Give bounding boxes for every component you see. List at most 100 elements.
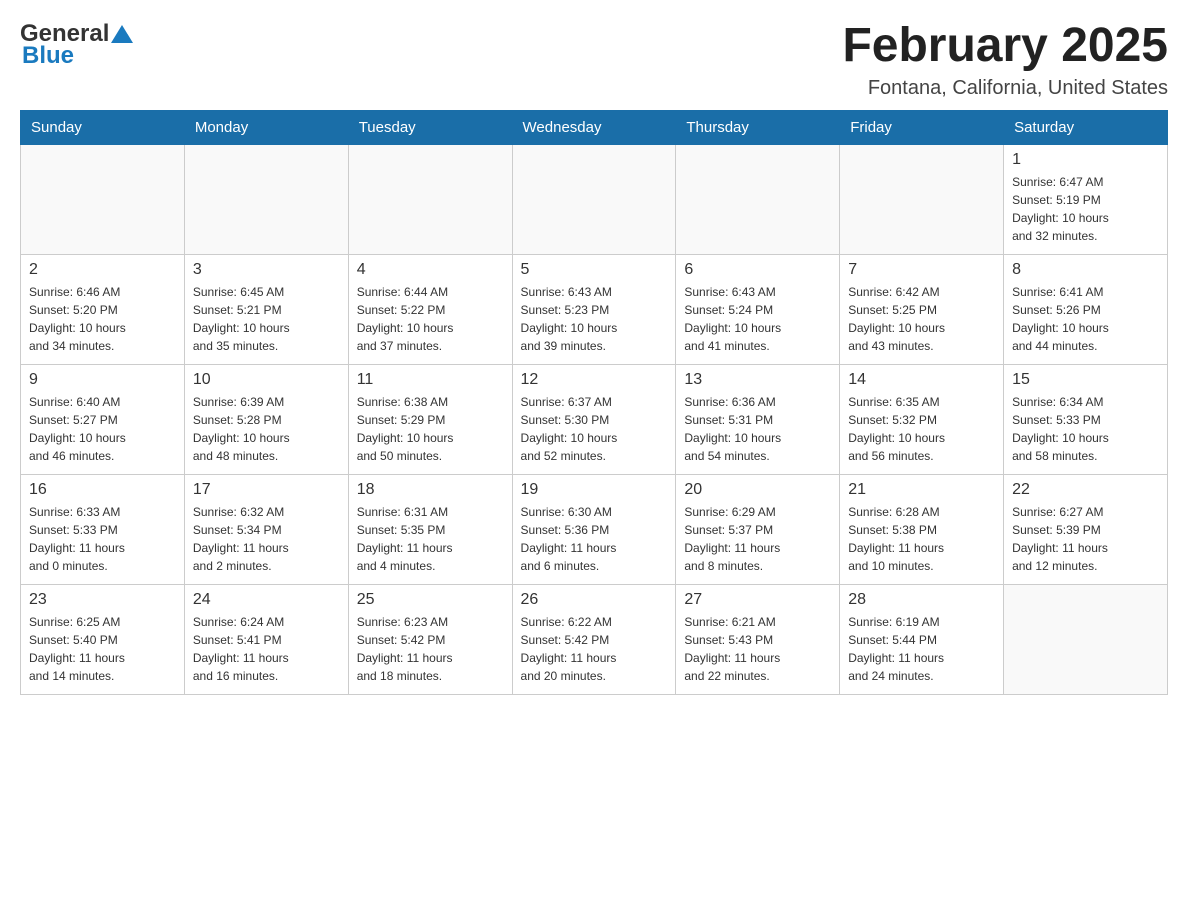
day-number: 13 (684, 371, 831, 389)
day-number: 28 (848, 591, 995, 609)
day-number: 4 (357, 261, 504, 279)
calendar-cell: 3 Sunrise: 6:45 AM Sunset: 5:21 PM Daylig… (184, 254, 348, 364)
calendar-cell (348, 144, 512, 254)
day-info: Sunrise: 6:43 AM Sunset: 5:23 PM Dayligh… (521, 283, 668, 355)
day-info: Sunrise: 6:19 AM Sunset: 5:44 PM Dayligh… (848, 613, 995, 685)
day-info: Sunrise: 6:39 AM Sunset: 5:28 PM Dayligh… (193, 393, 340, 465)
logo-icon (111, 23, 133, 45)
day-number: 8 (1012, 261, 1159, 279)
calendar-cell: 8 Sunrise: 6:41 AM Sunset: 5:26 PM Daylig… (1004, 254, 1168, 364)
day-info: Sunrise: 6:32 AM Sunset: 5:34 PM Dayligh… (193, 503, 340, 575)
day-number: 19 (521, 481, 668, 499)
day-number: 14 (848, 371, 995, 389)
title-block: February 2025 Fontana, California, Unite… (842, 20, 1168, 100)
day-number: 17 (193, 481, 340, 499)
calendar-cell: 13 Sunrise: 6:36 AM Sunset: 5:31 PM Dayli… (676, 364, 840, 474)
calendar-cell: 24 Sunrise: 6:24 AM Sunset: 5:41 PM Dayli… (184, 584, 348, 694)
day-number: 12 (521, 371, 668, 389)
calendar-cell: 21 Sunrise: 6:28 AM Sunset: 5:38 PM Dayli… (840, 474, 1004, 584)
day-number: 2 (29, 261, 176, 279)
day-info: Sunrise: 6:24 AM Sunset: 5:41 PM Dayligh… (193, 613, 340, 685)
day-number: 20 (684, 481, 831, 499)
day-info: Sunrise: 6:23 AM Sunset: 5:42 PM Dayligh… (357, 613, 504, 685)
day-number: 21 (848, 481, 995, 499)
calendar-week-row: 2 Sunrise: 6:46 AM Sunset: 5:20 PM Daylig… (21, 254, 1168, 364)
calendar-cell: 23 Sunrise: 6:25 AM Sunset: 5:40 PM Dayli… (21, 584, 185, 694)
day-info: Sunrise: 6:47 AM Sunset: 5:19 PM Dayligh… (1012, 173, 1159, 245)
calendar-cell: 22 Sunrise: 6:27 AM Sunset: 5:39 PM Dayli… (1004, 474, 1168, 584)
day-number: 22 (1012, 481, 1159, 499)
day-info: Sunrise: 6:36 AM Sunset: 5:31 PM Dayligh… (684, 393, 831, 465)
calendar-cell: 7 Sunrise: 6:42 AM Sunset: 5:25 PM Daylig… (840, 254, 1004, 364)
calendar-cell: 14Sunrise: 6:35 AM Sunset: 5:32 PM Dayli… (840, 364, 1004, 474)
day-number: 16 (29, 481, 176, 499)
calendar-table: SundayMondayTuesdayWednesdayThursdayFrid… (20, 110, 1168, 695)
weekday-header-sunday: Sunday (21, 110, 185, 144)
calendar-cell: 10 Sunrise: 6:39 AM Sunset: 5:28 PM Dayli… (184, 364, 348, 474)
calendar-week-row: 16 Sunrise: 6:33 AM Sunset: 5:33 PM Dayli… (21, 474, 1168, 584)
calendar-cell: 25 Sunrise: 6:23 AM Sunset: 5:42 PM Dayli… (348, 584, 512, 694)
calendar-cell: 28 Sunrise: 6:19 AM Sunset: 5:44 PM Dayli… (840, 584, 1004, 694)
logo: General Blue (20, 20, 135, 70)
day-info: Sunrise: 6:34 AM Sunset: 5:33 PM Dayligh… (1012, 393, 1159, 465)
day-number: 23 (29, 591, 176, 609)
calendar-title: February 2025 (842, 20, 1168, 73)
day-info: Sunrise: 6:28 AM Sunset: 5:38 PM Dayligh… (848, 503, 995, 575)
day-info: Sunrise: 6:25 AM Sunset: 5:40 PM Dayligh… (29, 613, 176, 685)
calendar-week-row: 9Sunrise: 6:40 AM Sunset: 5:27 PM Daylig… (21, 364, 1168, 474)
weekday-header-tuesday: Tuesday (348, 110, 512, 144)
calendar-cell: 20 Sunrise: 6:29 AM Sunset: 5:37 PM Dayli… (676, 474, 840, 584)
calendar-cell: 18 Sunrise: 6:31 AM Sunset: 5:35 PM Dayli… (348, 474, 512, 584)
day-info: Sunrise: 6:38 AM Sunset: 5:29 PM Dayligh… (357, 393, 504, 465)
day-number: 3 (193, 261, 340, 279)
calendar-cell: 15 Sunrise: 6:34 AM Sunset: 5:33 PM Dayli… (1004, 364, 1168, 474)
weekday-header-thursday: Thursday (676, 110, 840, 144)
day-info: Sunrise: 6:45 AM Sunset: 5:21 PM Dayligh… (193, 283, 340, 355)
day-info: Sunrise: 6:29 AM Sunset: 5:37 PM Dayligh… (684, 503, 831, 575)
calendar-cell: 2 Sunrise: 6:46 AM Sunset: 5:20 PM Daylig… (21, 254, 185, 364)
day-info: Sunrise: 6:31 AM Sunset: 5:35 PM Dayligh… (357, 503, 504, 575)
calendar-header-row: SundayMondayTuesdayWednesdayThursdayFrid… (21, 110, 1168, 144)
calendar-cell: 27Sunrise: 6:21 AM Sunset: 5:43 PM Dayli… (676, 584, 840, 694)
day-number: 25 (357, 591, 504, 609)
calendar-cell (184, 144, 348, 254)
day-number: 5 (521, 261, 668, 279)
day-info: Sunrise: 6:42 AM Sunset: 5:25 PM Dayligh… (848, 283, 995, 355)
calendar-week-row: 23 Sunrise: 6:25 AM Sunset: 5:40 PM Dayli… (21, 584, 1168, 694)
day-number: 6 (684, 261, 831, 279)
logo-blue-text: Blue (22, 42, 74, 70)
calendar-cell (1004, 584, 1168, 694)
day-info: Sunrise: 6:43 AM Sunset: 5:24 PM Dayligh… (684, 283, 831, 355)
day-info: Sunrise: 6:41 AM Sunset: 5:26 PM Dayligh… (1012, 283, 1159, 355)
calendar-cell: 5 Sunrise: 6:43 AM Sunset: 5:23 PM Daylig… (512, 254, 676, 364)
day-number: 26 (521, 591, 668, 609)
calendar-cell: 6 Sunrise: 6:43 AM Sunset: 5:24 PM Daylig… (676, 254, 840, 364)
day-number: 1 (1012, 151, 1159, 169)
calendar-cell: 1 Sunrise: 6:47 AM Sunset: 5:19 PM Daylig… (1004, 144, 1168, 254)
day-info: Sunrise: 6:21 AM Sunset: 5:43 PM Dayligh… (684, 613, 831, 685)
calendar-cell: 26Sunrise: 6:22 AM Sunset: 5:42 PM Dayli… (512, 584, 676, 694)
calendar-cell: 11Sunrise: 6:38 AM Sunset: 5:29 PM Dayli… (348, 364, 512, 474)
calendar-cell (840, 144, 1004, 254)
day-number: 15 (1012, 371, 1159, 389)
weekday-header-monday: Monday (184, 110, 348, 144)
day-info: Sunrise: 6:40 AM Sunset: 5:27 PM Dayligh… (29, 393, 176, 465)
day-number: 18 (357, 481, 504, 499)
day-info: Sunrise: 6:27 AM Sunset: 5:39 PM Dayligh… (1012, 503, 1159, 575)
day-info: Sunrise: 6:37 AM Sunset: 5:30 PM Dayligh… (521, 393, 668, 465)
day-number: 24 (193, 591, 340, 609)
day-info: Sunrise: 6:44 AM Sunset: 5:22 PM Dayligh… (357, 283, 504, 355)
calendar-cell: 12 Sunrise: 6:37 AM Sunset: 5:30 PM Dayli… (512, 364, 676, 474)
calendar-cell: 4 Sunrise: 6:44 AM Sunset: 5:22 PM Daylig… (348, 254, 512, 364)
day-info: Sunrise: 6:30 AM Sunset: 5:36 PM Dayligh… (521, 503, 668, 575)
day-number: 7 (848, 261, 995, 279)
calendar-subtitle: Fontana, California, United States (842, 77, 1168, 100)
day-number: 10 (193, 371, 340, 389)
calendar-cell (512, 144, 676, 254)
calendar-cell: 19 Sunrise: 6:30 AM Sunset: 5:36 PM Dayli… (512, 474, 676, 584)
calendar-cell: 16 Sunrise: 6:33 AM Sunset: 5:33 PM Dayli… (21, 474, 185, 584)
day-info: Sunrise: 6:33 AM Sunset: 5:33 PM Dayligh… (29, 503, 176, 575)
weekday-header-saturday: Saturday (1004, 110, 1168, 144)
day-info: Sunrise: 6:46 AM Sunset: 5:20 PM Dayligh… (29, 283, 176, 355)
calendar-cell (21, 144, 185, 254)
